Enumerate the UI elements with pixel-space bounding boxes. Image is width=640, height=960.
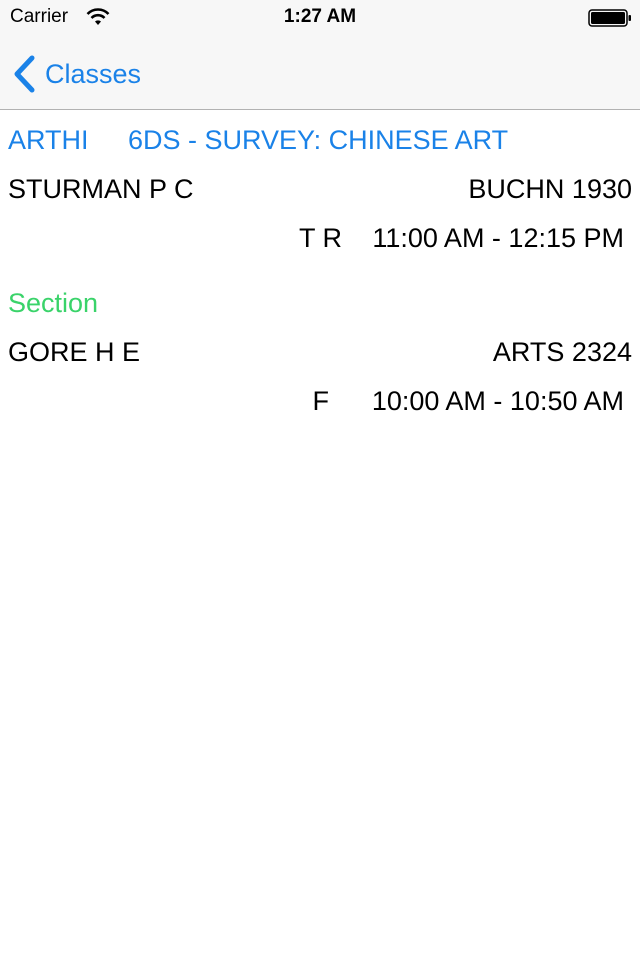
course-title: 6DS - SURVEY: CHINESE ART — [128, 125, 509, 155]
section-schedule-row: F 10:00 AM - 10:50 AM — [0, 381, 640, 421]
status-bar: Carrier 1:27 AM — [0, 0, 640, 40]
navigation-bar: Classes — [0, 40, 640, 110]
section-info-row: GORE H E ARTS 2324 — [0, 332, 640, 372]
battery-icon — [588, 9, 631, 27]
chevron-left-icon — [14, 55, 35, 93]
course-location: BUCHN 1930 — [468, 174, 632, 204]
course-schedule-row: T R 11:00 AM - 12:15 PM — [0, 218, 640, 258]
section-header-row: Section — [0, 283, 640, 323]
section-instructor: GORE H E — [8, 337, 141, 367]
course-department: ARTHI — [8, 125, 89, 155]
course-info-row: STURMAN P C BUCHN 1930 — [0, 169, 640, 209]
course-time: 11:00 AM - 12:15 PM — [372, 223, 624, 253]
back-button-label: Classes — [45, 58, 142, 89]
section-header: Section — [8, 288, 99, 318]
section-time: 10:00 AM - 10:50 AM — [371, 386, 624, 416]
status-time: 1:27 AM — [283, 6, 357, 27]
course-days: T R — [298, 223, 342, 253]
section-days: F — [312, 386, 330, 416]
course-header-row: ARTHI 6DS - SURVEY: CHINESE ART — [0, 120, 640, 160]
back-button[interactable]: Classes — [12, 54, 141, 94]
course-instructor: STURMAN P C — [8, 174, 194, 204]
section-location: ARTS 2324 — [492, 337, 632, 367]
